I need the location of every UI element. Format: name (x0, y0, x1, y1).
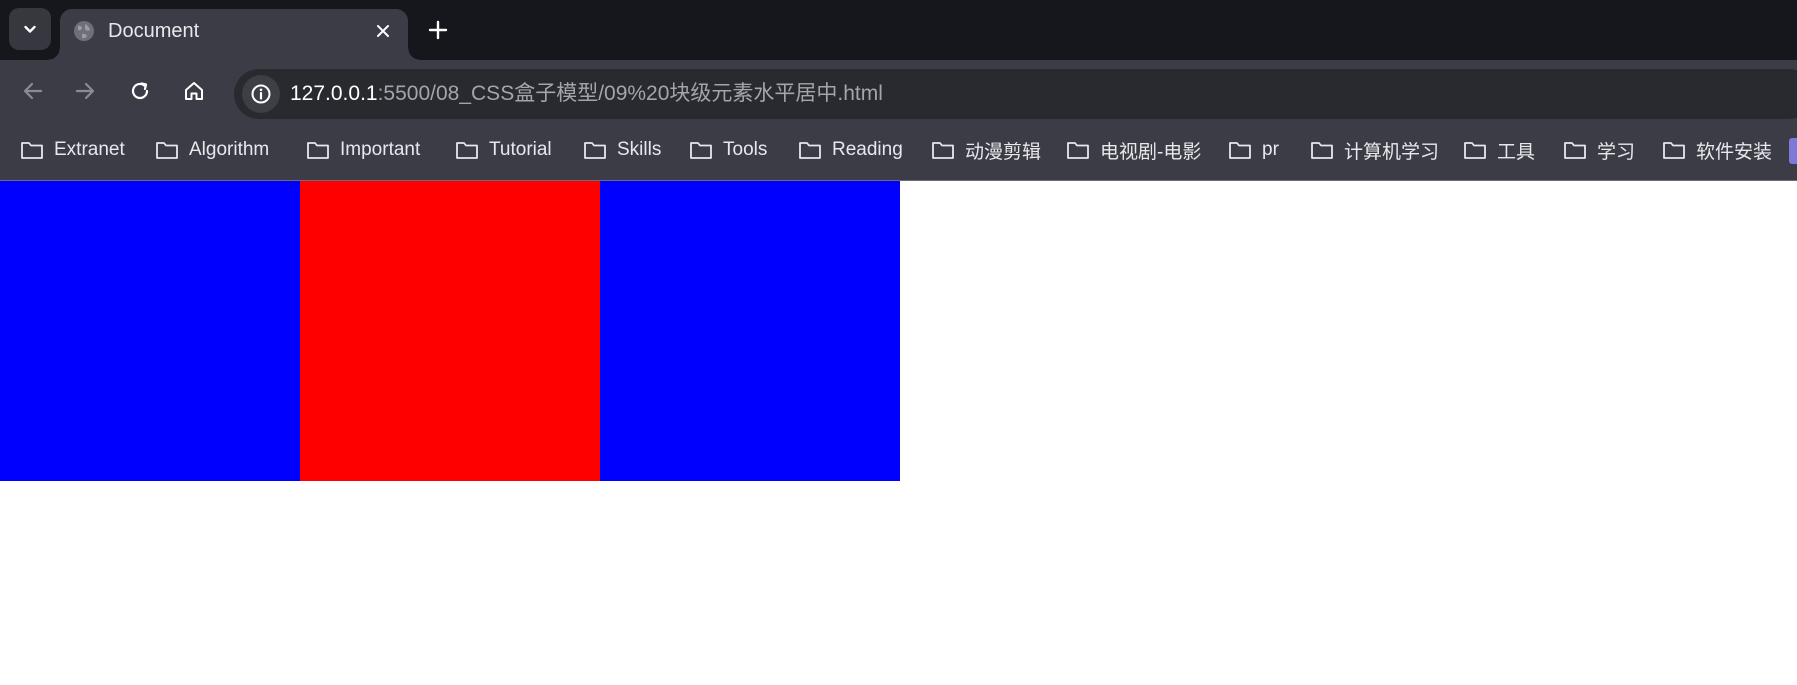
bookmark-label: 电视剧-电影 (1100, 141, 1202, 163)
folder-icon (1464, 142, 1486, 159)
bookmark-label: 动漫剪辑 (965, 141, 1042, 163)
bookmark-folder-computer-learning[interactable]: 计算机学习 (1310, 134, 1439, 166)
address-bar[interactable]: 127.0.0.1:5500/08_CSS盒子模型/09%20块级元素水平居中.… (234, 69, 1797, 119)
folder-icon (1663, 142, 1685, 159)
folder-icon (21, 142, 43, 159)
folder-icon (584, 142, 606, 159)
plus-icon (428, 20, 448, 40)
bookmark-folder-skills[interactable]: Skills (583, 134, 661, 166)
page-viewport (0, 181, 1797, 685)
home-button[interactable] (173, 70, 215, 112)
arrow-left-icon (23, 82, 43, 100)
folder-icon (799, 142, 821, 159)
folder-icon (1229, 142, 1251, 159)
bookmark-label: Reading (832, 139, 903, 160)
folder-icon (156, 142, 178, 159)
tab-close-button[interactable] (370, 18, 396, 44)
home-icon (185, 82, 203, 100)
tab-search-button[interactable] (9, 8, 51, 50)
bookmark-folder-software-install[interactable]: 软件安装 (1662, 134, 1772, 166)
bookmarks-bar: Extranet Algorithm Important Tutorial Sk… (0, 121, 1797, 181)
folder-icon (690, 142, 712, 159)
bookmark-label: 计算机学习 (1344, 141, 1440, 163)
browser-toolbar: 127.0.0.1:5500/08_CSS盒子模型/09%20块级元素水平居中.… (0, 60, 1797, 121)
bookmark-folder-tv-movies[interactable]: 电视剧-电影 (1066, 134, 1201, 166)
back-button[interactable] (12, 70, 54, 112)
bookmark-folder-pr[interactable]: pr (1228, 134, 1279, 166)
bookmark-folder-anime-editing[interactable]: 动漫剪辑 (931, 134, 1041, 166)
arrow-right-icon (75, 82, 95, 100)
bookmark-overflow-icon[interactable] (1789, 138, 1797, 164)
url-path: :5500/08_CSS盒子模型/09%20块级元素水平居中.html (377, 82, 883, 105)
bookmark-label: Algorithm (189, 139, 270, 160)
url-host: 127.0.0.1 (290, 82, 378, 105)
bookmark-folder-extranet[interactable]: Extranet (20, 134, 125, 166)
folder-icon (1067, 142, 1089, 159)
site-info-button[interactable] (242, 75, 280, 113)
center-red-box (300, 181, 600, 481)
bookmark-label: 软件安装 (1696, 141, 1773, 163)
info-icon (251, 84, 271, 104)
tab-strip: Document (0, 0, 1797, 60)
chevron-down-icon (24, 25, 36, 33)
url-text[interactable]: 127.0.0.1:5500/08_CSS盒子模型/09%20块级元素水平居中.… (290, 81, 883, 107)
bookmark-folder-tutorial[interactable]: Tutorial (455, 134, 552, 166)
folder-icon (1564, 142, 1586, 159)
bookmark-label: 学习 (1597, 141, 1636, 163)
forward-button[interactable] (64, 70, 106, 112)
tab-title: Document (108, 20, 200, 42)
bookmark-label: 工具 (1497, 141, 1536, 163)
close-icon (377, 25, 389, 37)
bookmark-folder-tools[interactable]: Tools (689, 134, 767, 166)
folder-icon (307, 142, 329, 159)
new-tab-button[interactable] (420, 12, 456, 48)
reload-button[interactable] (119, 70, 161, 112)
bookmark-folder-tools-cn[interactable]: 工具 (1463, 134, 1535, 166)
bookmark-label: Tools (723, 139, 768, 160)
tab-document[interactable]: Document (48, 9, 420, 60)
bookmark-label: Tutorial (489, 139, 552, 160)
bookmark-label: Important (340, 139, 421, 160)
bookmark-folder-important[interactable]: Important (306, 134, 420, 166)
reload-icon (131, 82, 149, 100)
bookmark-label: pr (1262, 139, 1279, 160)
folder-icon (932, 142, 954, 159)
bookmark-label: Skills (617, 139, 662, 160)
right-blue-box (600, 181, 900, 481)
left-blue-box (0, 181, 300, 481)
globe-icon (74, 21, 94, 41)
bookmark-label: Extranet (54, 139, 125, 160)
folder-icon (1311, 142, 1333, 159)
bookmark-folder-reading[interactable]: Reading (798, 134, 903, 166)
bookmark-folder-algorithm[interactable]: Algorithm (155, 134, 269, 166)
bookmark-folder-study[interactable]: 学习 (1563, 134, 1635, 166)
folder-icon (456, 142, 478, 159)
